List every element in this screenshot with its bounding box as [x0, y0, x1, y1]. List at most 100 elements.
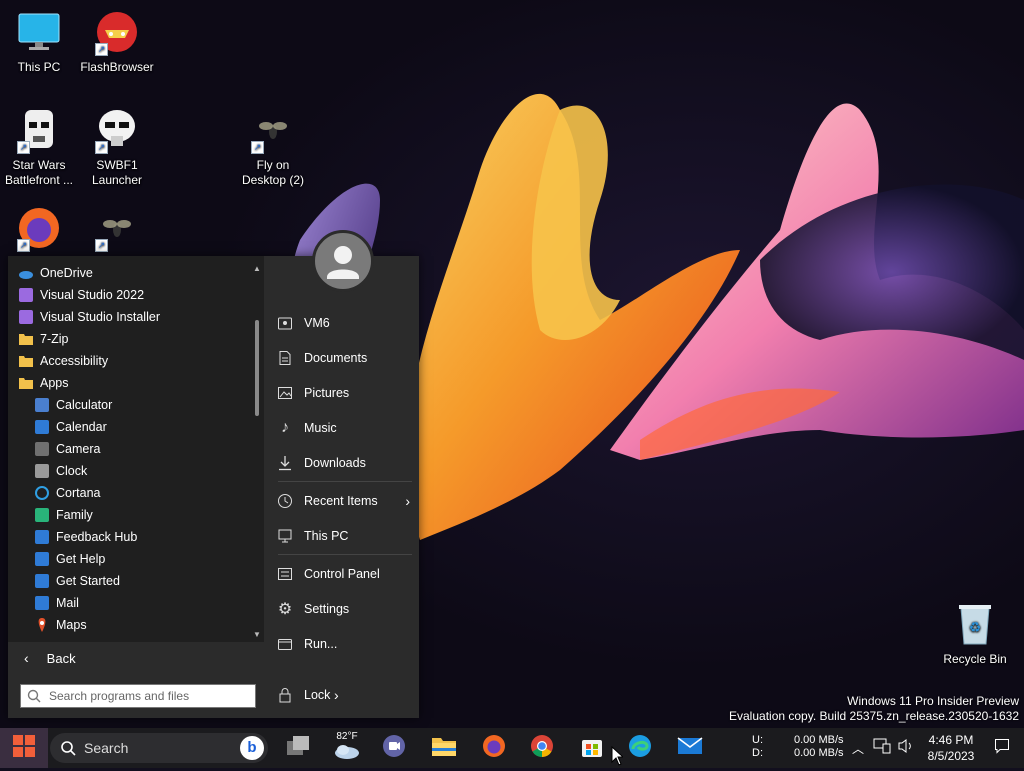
- file-explorer-button[interactable]: [424, 728, 464, 768]
- place-downloads[interactable]: Downloads: [276, 449, 416, 477]
- program-item[interactable]: Get Started: [18, 570, 250, 592]
- program-label: Visual Studio 2022: [40, 288, 145, 302]
- program-label: 7-Zip: [40, 332, 69, 346]
- clock-time: 4:46 PM: [928, 733, 974, 747]
- desktop-icon-flashbrowser[interactable]: ↗ FlashBrowser: [78, 8, 156, 75]
- program-item[interactable]: Family: [18, 504, 250, 526]
- search-input[interactable]: [47, 688, 241, 704]
- program-item[interactable]: OneDrive: [18, 262, 250, 284]
- place-this-pc[interactable]: This PC: [276, 522, 416, 550]
- programs-scrollbar[interactable]: ▲ ▼: [252, 264, 262, 640]
- program-item[interactable]: Apps: [18, 372, 250, 394]
- program-item[interactable]: Get Help: [18, 548, 250, 570]
- program-item[interactable]: 7-Zip: [18, 328, 250, 350]
- place-music[interactable]: ♪ Music: [276, 414, 416, 442]
- maps-icon: [34, 617, 50, 633]
- place-settings[interactable]: ⚙ Settings: [276, 595, 416, 623]
- program-label: Apps: [40, 376, 69, 390]
- network-button[interactable]: [872, 728, 892, 768]
- shortcut-arrow-icon: ↗: [95, 239, 108, 252]
- program-item[interactable]: Calculator: [18, 394, 250, 416]
- separator: [278, 554, 412, 555]
- back-button[interactable]: ‹ Back: [8, 646, 264, 670]
- mouse-cursor-icon: [611, 745, 625, 771]
- program-item[interactable]: Cortana: [18, 482, 250, 504]
- weather-widget[interactable]: 82°F: [326, 728, 368, 768]
- desktop-icon-firefox[interactable]: ↗: [0, 204, 78, 256]
- desktop-icon-recycle-bin[interactable]: ♻ Recycle Bin: [936, 600, 1014, 667]
- calendar-icon: [34, 419, 50, 435]
- svg-text:♻: ♻: [969, 619, 982, 635]
- lock-label: Lock: [304, 688, 331, 702]
- store-button[interactable]: [572, 728, 612, 768]
- program-item[interactable]: Maps: [18, 614, 250, 636]
- desktop-icon-fly-on-desktop-2[interactable]: ↗: [78, 204, 156, 256]
- shortcut-arrow-icon: ↗: [95, 43, 108, 56]
- firefox-icon: ↗: [15, 204, 63, 252]
- task-view-icon: [286, 735, 310, 762]
- place-documents[interactable]: Documents: [276, 344, 416, 372]
- program-label: Mail: [56, 596, 79, 610]
- desktop-icon-this-pc[interactable]: This PC: [0, 8, 78, 75]
- program-item[interactable]: Visual Studio Installer: [18, 306, 250, 328]
- firefox-button[interactable]: [474, 728, 514, 768]
- mail-button[interactable]: [670, 728, 710, 768]
- desktop-icon-label: Recycle Bin: [943, 652, 1007, 666]
- place-control-panel[interactable]: Control Panel: [276, 560, 416, 588]
- network-icon: [873, 738, 891, 759]
- place-user-folder[interactable]: VM6: [276, 309, 416, 337]
- clock-icon: [34, 463, 50, 479]
- show-hidden-icons-button[interactable]: ︿: [850, 728, 866, 768]
- scroll-up-icon[interactable]: ▲: [252, 264, 262, 274]
- monitor-icon: [15, 8, 63, 56]
- start-search-box[interactable]: [20, 684, 256, 708]
- program-item[interactable]: Feedback Hub: [18, 526, 250, 548]
- scrollbar-thumb[interactable]: [255, 320, 259, 416]
- network-speed-widget: U: 0.00 MB/s D: 0.00 MB/s: [752, 734, 844, 760]
- place-pictures[interactable]: Pictures: [276, 379, 416, 407]
- volume-button[interactable]: [896, 728, 916, 768]
- music-icon: ♪: [281, 419, 289, 436]
- speaker-icon: [897, 738, 915, 759]
- program-item[interactable]: Calendar: [18, 416, 250, 438]
- taskbar-search[interactable]: Search b: [50, 733, 268, 763]
- desktop-icon-fly-on-desktop[interactable]: ↗ Fly on Desktop (2): [234, 106, 312, 188]
- file-explorer-icon: [431, 735, 457, 762]
- program-label: Calculator: [56, 398, 113, 412]
- camera-icon: [34, 441, 50, 457]
- taskbar-clock[interactable]: 4:46 PM 8/5/2023: [918, 732, 984, 764]
- program-item[interactable]: Mail: [18, 592, 250, 614]
- place-recent-items[interactable]: Recent Items ›: [276, 487, 416, 515]
- program-item[interactable]: Clock: [18, 460, 250, 482]
- chrome-button[interactable]: [522, 728, 562, 768]
- notifications-button[interactable]: [988, 728, 1016, 768]
- program-item[interactable]: Visual Studio 2022: [18, 284, 250, 306]
- visual-studio-icon: [18, 309, 34, 325]
- program-item[interactable]: Accessibility: [18, 350, 250, 372]
- teams-button[interactable]: [374, 728, 414, 768]
- shortcut-arrow-icon: ↗: [17, 239, 30, 252]
- scroll-down-icon[interactable]: ▼: [252, 630, 262, 640]
- desktop-icon-star-wars-battlefront[interactable]: ↗ Star Wars Battlefront ...: [0, 106, 78, 188]
- cortana-icon: [34, 485, 50, 501]
- start-button[interactable]: [0, 728, 48, 768]
- control-panel-icon: [276, 565, 294, 583]
- firefox-icon: [482, 734, 506, 763]
- program-label: Clock: [56, 464, 88, 478]
- stormtrooper-icon: ↗: [93, 106, 141, 154]
- place-run[interactable]: Run...: [276, 630, 416, 658]
- lock-options-button[interactable]: ›: [334, 681, 354, 709]
- place-label: Run...: [304, 637, 338, 651]
- desktop-icon-swbf1-launcher[interactable]: ↗ SWBF1 Launcher: [78, 106, 156, 188]
- programs-list[interactable]: OneDrive Visual Studio 2022 Visual Studio …: [8, 256, 264, 642]
- task-view-button[interactable]: [278, 728, 318, 768]
- chevron-up-icon: ︿: [851, 741, 864, 756]
- feedback-icon: [34, 529, 50, 545]
- start-menu: OneDrive Visual Studio 2022 Visual Studio …: [8, 230, 419, 718]
- flash-icon: ↗: [93, 8, 141, 56]
- notification-icon: [994, 738, 1010, 759]
- taskbar: Search b 82°F U: 0.00 MB/s D: 0.00 MB/s ︿: [0, 728, 1024, 768]
- program-item[interactable]: Camera: [18, 438, 250, 460]
- place-label: Control Panel: [304, 567, 380, 581]
- edge-button[interactable]: [620, 728, 660, 768]
